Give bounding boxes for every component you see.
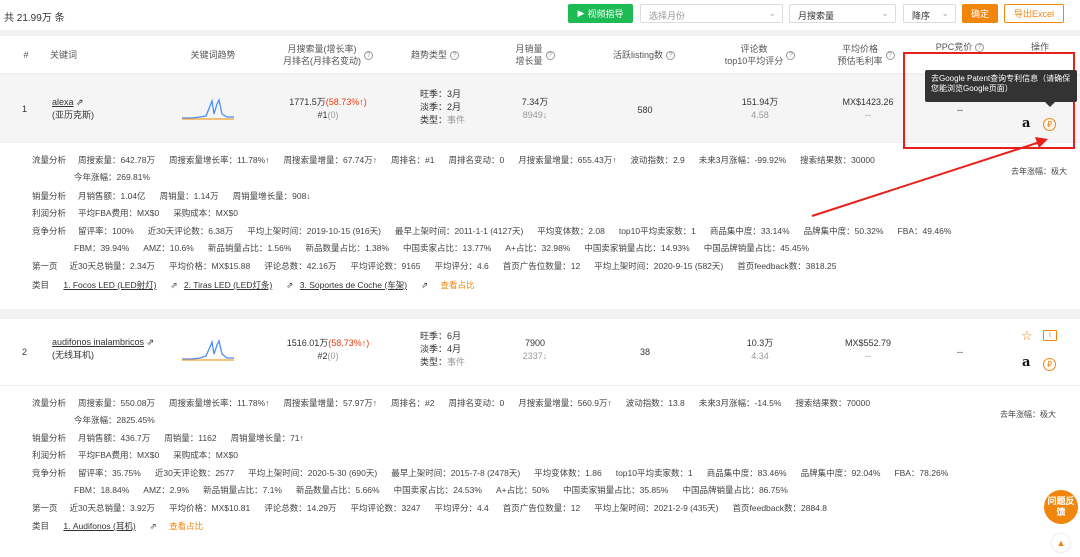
back-to-top-icon[interactable]: ▲ [1052, 534, 1070, 552]
annotation-arrow [811, 137, 1048, 217]
feedback-button[interactable]: 问题反馈 [1044, 490, 1078, 524]
